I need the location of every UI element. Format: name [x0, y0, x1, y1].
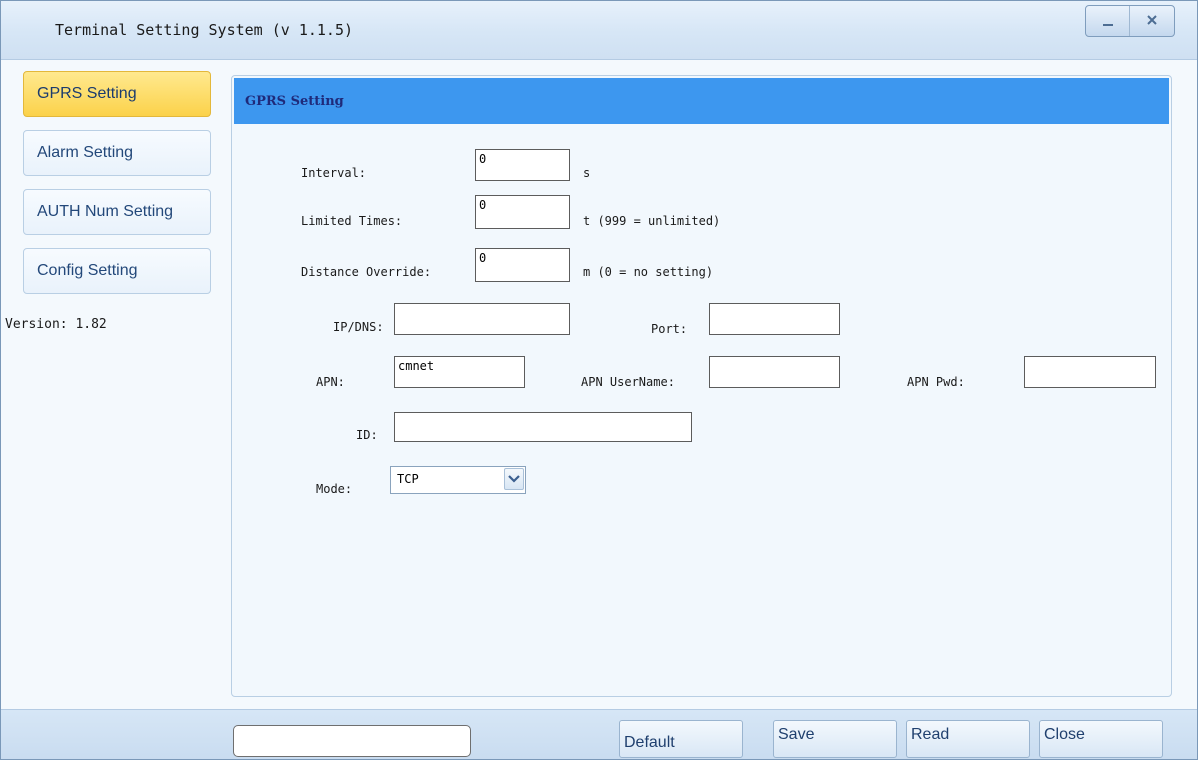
sidebar-item-label: Config Setting	[37, 262, 138, 279]
interval-input[interactable]: 0	[475, 149, 570, 181]
distance-override-unit: m (0 = no setting)	[583, 265, 714, 279]
save-button-label: Save	[778, 726, 815, 743]
id-label: ID:	[356, 428, 378, 442]
close-icon	[1147, 15, 1157, 25]
mode-select-value: TCP	[397, 472, 419, 486]
sidebar-item-label: Alarm Setting	[37, 144, 134, 161]
app-window: Terminal Setting System (v 1.1.5) GPRS S…	[0, 0, 1198, 760]
limited-times-input[interactable]: 0	[475, 195, 570, 229]
distance-override-input[interactable]: 0	[475, 248, 570, 282]
read-button[interactable]: Read	[906, 720, 1030, 758]
sidebar-item-auth-num-setting[interactable]: AUTH Num Setting	[23, 189, 211, 235]
id-input[interactable]	[394, 412, 692, 442]
window-title: Terminal Setting System (v 1.1.5)	[55, 21, 354, 39]
sidebar-item-label: GPRS Setting	[37, 85, 137, 102]
save-button[interactable]: Save	[773, 720, 897, 758]
chevron-down-icon	[508, 475, 520, 483]
apn-username-label: APN UserName:	[581, 375, 675, 389]
limited-times-label: Limited Times:	[301, 214, 403, 228]
sidebar-item-config-setting[interactable]: Config Setting	[23, 248, 211, 294]
apn-username-input[interactable]	[709, 356, 840, 388]
dropdown-arrow-button[interactable]	[504, 468, 524, 490]
version-label: Version: 1.82	[5, 317, 107, 332]
sidebar-item-gprs-setting[interactable]: GPRS Setting	[23, 71, 211, 117]
limited-times-unit: t (999 = unlimited)	[583, 214, 721, 228]
title-bar[interactable]: Terminal Setting System (v 1.1.5)	[1, 1, 1197, 60]
close-button-label: Close	[1044, 726, 1085, 743]
panel-header: GPRS Setting	[234, 78, 1169, 124]
close-window-button[interactable]	[1130, 6, 1174, 36]
minimize-icon	[1102, 24, 1113, 26]
bottom-bar: Default Save Read Close	[1, 709, 1197, 759]
port-input[interactable]	[709, 303, 840, 335]
window-controls	[1085, 5, 1175, 37]
apn-pwd-input[interactable]	[1024, 356, 1156, 388]
interval-label: Interval:	[301, 166, 367, 180]
ip-dns-label: IP/DNS:	[333, 320, 384, 334]
status-field[interactable]	[233, 725, 471, 757]
mode-select[interactable]: TCP	[390, 466, 526, 494]
interval-unit: s	[583, 166, 591, 180]
mode-label: Mode:	[316, 482, 353, 496]
panel-title: GPRS Setting	[245, 94, 344, 109]
apn-input[interactable]: cmnet	[394, 356, 525, 388]
apn-pwd-label: APN Pwd:	[907, 375, 965, 389]
minimize-button[interactable]	[1086, 6, 1130, 36]
apn-label: APN:	[316, 375, 345, 389]
port-label: Port:	[651, 322, 688, 336]
default-button[interactable]: Default	[619, 720, 743, 758]
read-button-label: Read	[911, 726, 950, 743]
ip-dns-input[interactable]	[394, 303, 570, 335]
sidebar-item-label: AUTH Num Setting	[37, 203, 174, 220]
sidebar-item-alarm-setting[interactable]: Alarm Setting	[23, 130, 211, 176]
distance-override-label: Distance Override:	[301, 265, 432, 279]
close-button[interactable]: Close	[1039, 720, 1163, 758]
default-button-label: Default	[624, 734, 675, 751]
